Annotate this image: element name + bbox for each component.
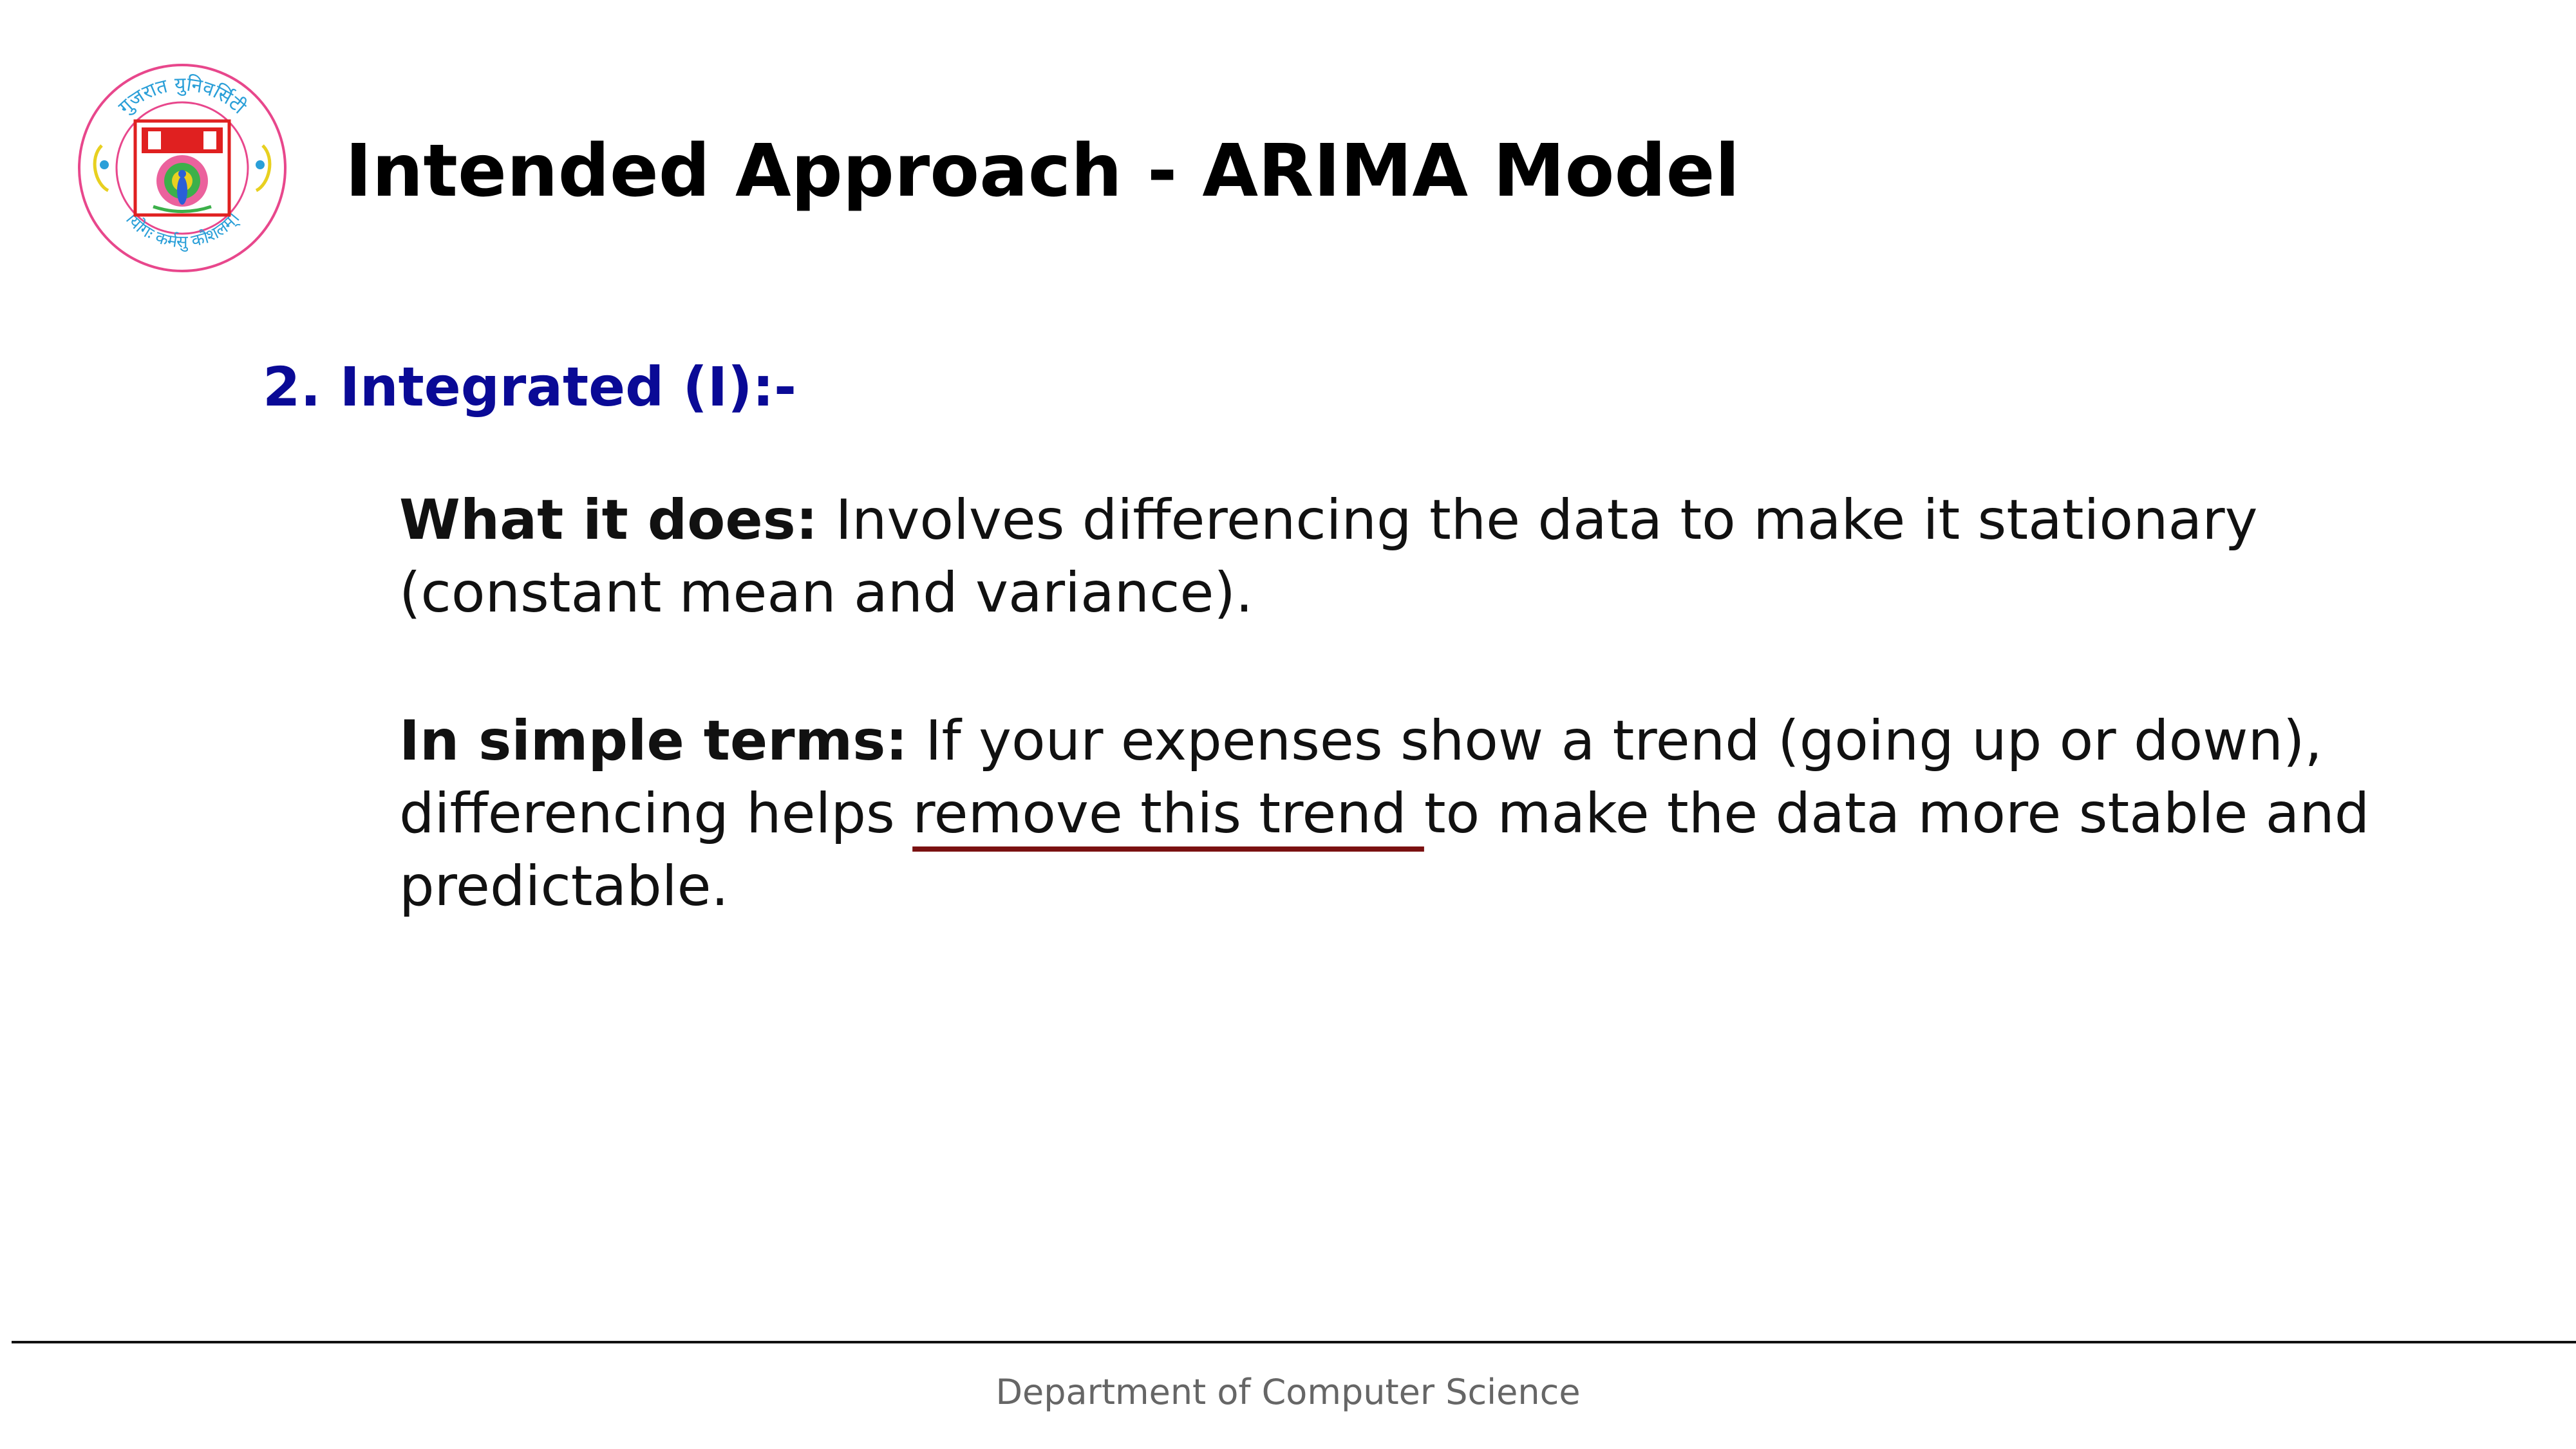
footer-divider bbox=[12, 1341, 2576, 1343]
what-it-does-paragraph: What it does: Involves differencing the … bbox=[399, 484, 2459, 630]
simple-terms-paragraph: In simple terms: If your expenses show a… bbox=[399, 705, 2459, 923]
underlined-phrase: remove this trend bbox=[912, 781, 1424, 846]
simple-terms-label: In simple terms: bbox=[399, 709, 908, 773]
university-logo: गुजरात युनिवर्सिटी ।योगः कर्मसु कौशलम्। bbox=[76, 62, 288, 274]
what-it-does-label: What it does: bbox=[399, 488, 818, 552]
section-heading: 2. Integrated (I):- bbox=[263, 355, 797, 418]
slide-title: Intended Approach - ARIMA Model bbox=[345, 129, 1740, 213]
footer-text: Department of Computer Science bbox=[995, 1372, 1581, 1412]
